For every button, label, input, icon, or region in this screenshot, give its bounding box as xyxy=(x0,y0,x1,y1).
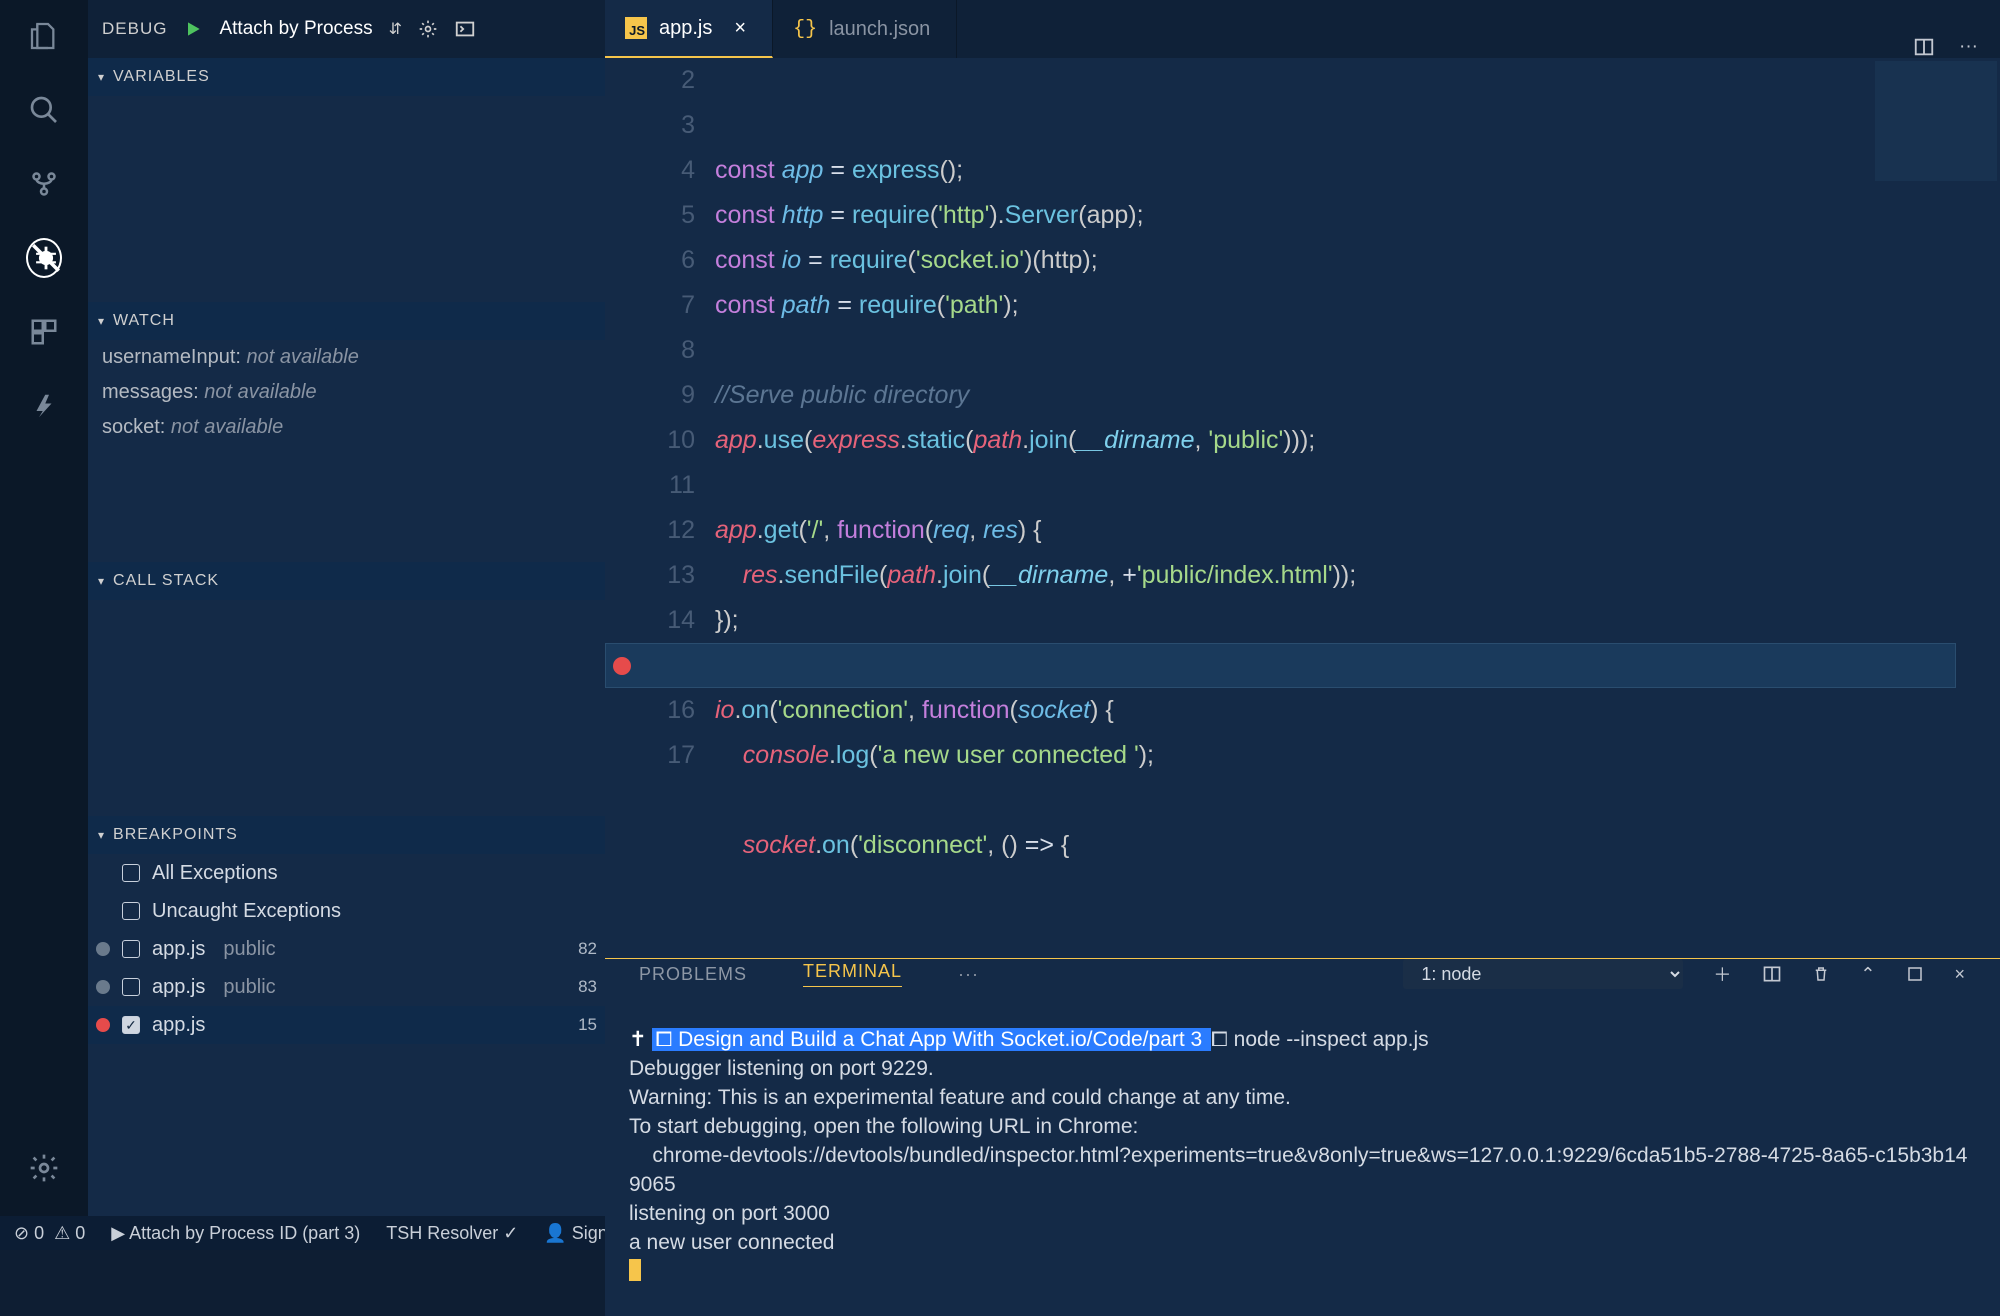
kill-terminal-icon[interactable] xyxy=(1812,964,1830,984)
breakpoint-dot-icon xyxy=(96,980,110,994)
section-callstack-header[interactable]: ▾ CALL STACK xyxy=(88,562,605,600)
source-control-icon[interactable] xyxy=(26,166,62,202)
breakpoint-file: app.js xyxy=(152,976,205,999)
js-file-icon: JS xyxy=(625,17,647,39)
panel-controls: 1: node ＋ ⌃ × xyxy=(1403,959,1966,989)
debug-console-icon[interactable] xyxy=(454,18,476,40)
section-watch-label: WATCH xyxy=(113,312,175,330)
breakpoint-line: 15 xyxy=(578,1015,597,1035)
breakpoint-file: app.js xyxy=(152,938,205,961)
debug-toolbar: DEBUG Attach by Process ⇵ xyxy=(88,0,605,58)
breakpoints-body: All Exceptions Uncaught Exceptions app.j… xyxy=(88,854,605,1044)
breakpoint-folder: public xyxy=(223,976,275,999)
debug-config-select[interactable]: Attach by Process xyxy=(219,18,372,40)
watch-body: usernameInput: not available messages: n… xyxy=(88,340,605,562)
section-breakpoints-label: BREAKPOINTS xyxy=(113,826,238,844)
debug-side-panel: DEBUG Attach by Process ⇵ ▾ VARIABLES ▾ … xyxy=(88,0,605,1216)
breakpoint-line: 82 xyxy=(578,939,597,959)
checkbox[interactable]: ✓ xyxy=(122,1016,140,1034)
chevron-updown-icon[interactable]: ⇵ xyxy=(389,19,402,39)
breakpoint-line: 83 xyxy=(578,977,597,997)
section-callstack-label: CALL STACK xyxy=(113,572,219,590)
json-file-icon: {} xyxy=(793,18,817,41)
checkbox[interactable] xyxy=(122,864,140,882)
activity-bar xyxy=(0,0,88,1216)
checkbox[interactable] xyxy=(122,978,140,996)
status-resolver[interactable]: TSH Resolver ✓ xyxy=(386,1223,518,1244)
breakpoint-marker-icon[interactable] xyxy=(613,657,631,675)
tab-launch-json[interactable]: {} launch.json xyxy=(773,0,957,58)
editor-column: JS app.js × {} launch.json ··· 234567891… xyxy=(605,0,2000,1216)
terminal-output[interactable]: ✝ ⧠ Design and Build a Chat App With Soc… xyxy=(605,989,2000,1316)
gear-icon[interactable] xyxy=(418,19,438,39)
breakpoint-dot-icon xyxy=(96,942,110,956)
tab-app-js[interactable]: JS app.js × xyxy=(605,0,773,58)
status-debug-config[interactable]: ▶ Attach by Process ID (part 3) xyxy=(111,1223,360,1244)
search-icon[interactable] xyxy=(26,92,62,128)
section-variables-label: VARIABLES xyxy=(113,68,210,86)
chevron-up-icon[interactable]: ⌃ xyxy=(1860,964,1876,985)
more-icon[interactable]: ··· xyxy=(958,964,979,985)
breakpoint-row[interactable]: All Exceptions xyxy=(88,854,605,892)
settings-gear-icon[interactable] xyxy=(26,1150,62,1186)
split-terminal-icon[interactable] xyxy=(1762,964,1782,984)
breakpoint-dot-icon xyxy=(96,1018,110,1032)
breakpoint-row[interactable]: app.js public 82 xyxy=(88,930,605,968)
callstack-body xyxy=(88,600,605,816)
chevron-down-icon: ▾ xyxy=(98,70,105,84)
breakpoint-folder: public xyxy=(223,938,275,961)
files-icon[interactable] xyxy=(26,18,62,54)
debug-label: DEBUG xyxy=(102,19,167,39)
terminal-cursor xyxy=(629,1259,641,1281)
checkbox[interactable] xyxy=(122,902,140,920)
checkbox[interactable] xyxy=(122,940,140,958)
terminal-select[interactable]: 1: node xyxy=(1403,959,1683,989)
more-icon[interactable]: ··· xyxy=(1959,36,1978,58)
breakpoint-label: Uncaught Exceptions xyxy=(152,900,341,923)
azure-icon[interactable] xyxy=(26,388,62,424)
new-terminal-icon[interactable]: ＋ xyxy=(1713,961,1732,987)
minimap[interactable] xyxy=(1875,61,1997,181)
tab-label: launch.json xyxy=(829,18,930,41)
chevron-down-icon: ▾ xyxy=(98,828,105,842)
line-gutter: 234567891011121314151617 xyxy=(605,58,715,958)
panel-tabs: PROBLEMS TERMINAL ··· 1: node ＋ ⌃ × xyxy=(605,959,2000,989)
section-breakpoints-header[interactable]: ▾ BREAKPOINTS xyxy=(88,816,605,854)
tab-terminal[interactable]: TERMINAL xyxy=(803,961,902,987)
status-errors[interactable]: ⊘ 0 ⚠ 0 xyxy=(14,1223,85,1244)
section-variables-header[interactable]: ▾ VARIABLES xyxy=(88,58,605,96)
debug-start-icon[interactable] xyxy=(183,19,203,39)
close-panel-icon[interactable]: × xyxy=(1954,964,1966,985)
breakpoint-row[interactable]: Uncaught Exceptions xyxy=(88,892,605,930)
maximize-panel-icon[interactable] xyxy=(1906,965,1924,983)
code-content[interactable]: const app = express();const http = requi… xyxy=(715,58,2000,958)
breakpoint-label: All Exceptions xyxy=(152,862,278,885)
breakpoint-row[interactable]: app.js public 83 xyxy=(88,968,605,1006)
tab-problems[interactable]: PROBLEMS xyxy=(639,964,747,985)
breakpoint-row[interactable]: ✓ app.js 15 xyxy=(88,1006,605,1044)
watch-item[interactable]: socket: not available xyxy=(102,416,591,439)
section-watch-header[interactable]: ▾ WATCH xyxy=(88,302,605,340)
tab-actions: ··· xyxy=(1891,36,2000,58)
breakpoint-file: app.js xyxy=(152,1014,205,1037)
chevron-down-icon: ▾ xyxy=(98,574,105,588)
bottom-panel: PROBLEMS TERMINAL ··· 1: node ＋ ⌃ × ✝ ⧠ … xyxy=(605,958,2000,1316)
close-icon[interactable]: × xyxy=(734,17,746,40)
split-editor-icon[interactable] xyxy=(1913,36,1935,58)
extensions-icon[interactable] xyxy=(26,314,62,350)
tab-bar: JS app.js × {} launch.json ··· xyxy=(605,0,2000,58)
variables-body xyxy=(88,96,605,302)
chevron-down-icon: ▾ xyxy=(98,314,105,328)
tab-label: app.js xyxy=(659,17,712,40)
watch-item[interactable]: usernameInput: not available xyxy=(102,346,591,369)
watch-item[interactable]: messages: not available xyxy=(102,381,591,404)
code-editor[interactable]: 234567891011121314151617 const app = exp… xyxy=(605,58,2000,958)
debug-icon[interactable] xyxy=(26,240,62,276)
